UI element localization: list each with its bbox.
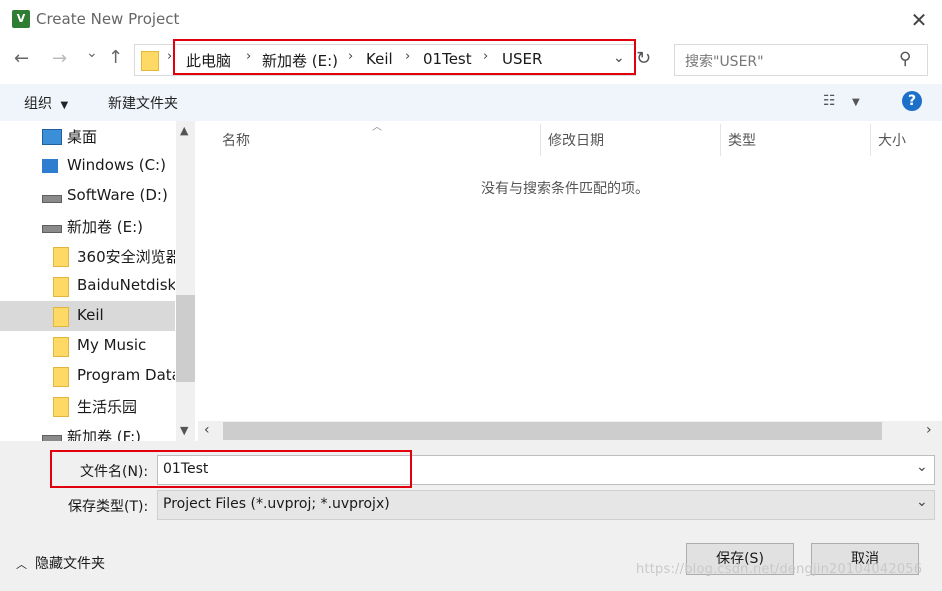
folder-icon xyxy=(53,247,69,267)
filetype-value: Project Files (*.uvproj; *.uvprojx) xyxy=(163,496,390,512)
hide-folders-label: 隐藏文件夹 xyxy=(35,556,105,572)
close-button[interactable]: ✕ xyxy=(906,8,932,32)
column-header-modified[interactable]: 修改日期 xyxy=(548,130,604,150)
tree-item-label: 360安全浏览器 xyxy=(77,248,175,266)
navigation-pane[interactable]: 桌面 Windows (C:) SoftWare (D:) 新加卷 (E:) 3… xyxy=(0,121,195,441)
tree-item-360-browser[interactable]: 360安全浏览器 xyxy=(0,241,175,271)
help-icon[interactable]: ? xyxy=(902,91,922,111)
tree-item-label: 生活乐园 xyxy=(77,398,138,416)
chevron-down-icon[interactable]: ⌄ xyxy=(916,459,928,475)
tree-item-keil[interactable]: Keil xyxy=(0,301,175,331)
folder-icon xyxy=(53,277,69,297)
view-options-icon[interactable]: ☷ ▼ xyxy=(823,93,860,109)
tree-item-label: 新加卷 (F:) xyxy=(67,428,141,441)
tree-item-label: BaiduNetdisk xyxy=(77,276,175,294)
chevron-right-icon: › xyxy=(167,49,173,64)
column-divider xyxy=(720,124,721,156)
tree-item-baidunetdisk[interactable]: BaiduNetdisk xyxy=(0,271,175,301)
tree-item-label: Program Data xyxy=(77,366,175,384)
tree-item-windows-c[interactable]: Windows (C:) xyxy=(0,151,175,181)
desktop-icon xyxy=(42,129,62,145)
filetype-label: 保存类型(T): xyxy=(68,499,149,515)
tree-item-label: Windows (C:) xyxy=(67,156,166,174)
filename-highlight-box xyxy=(50,450,412,488)
tree-item-label: 新加卷 (E:) xyxy=(67,218,144,236)
tree-item-label: 桌面 xyxy=(67,128,98,146)
keil-app-icon: V xyxy=(12,10,30,28)
scroll-left-icon[interactable]: ‹ xyxy=(204,422,210,438)
search-placeholder: 搜索"USER" xyxy=(685,54,764,70)
new-folder-button[interactable]: 新建文件夹 xyxy=(108,93,178,113)
up-arrow-icon[interactable]: ↑ xyxy=(108,47,123,68)
drive-icon xyxy=(42,195,62,203)
address-highlight-box xyxy=(173,39,636,75)
tree-item-drive-e[interactable]: 新加卷 (E:) xyxy=(0,211,175,241)
organize-label: 组织 xyxy=(24,96,52,112)
caret-down-icon: ▼ xyxy=(60,100,69,111)
windows-drive-icon xyxy=(42,159,58,173)
drive-icon xyxy=(42,225,62,233)
column-header-size[interactable]: 大小 xyxy=(878,130,906,150)
tree-item-label: SoftWare (D:) xyxy=(67,186,168,204)
tree-item-life-park[interactable]: 生活乐园 xyxy=(0,391,175,421)
column-divider xyxy=(540,124,541,156)
folder-icon xyxy=(53,367,69,387)
sort-ascending-icon: ︿ xyxy=(372,122,382,133)
scroll-down-icon[interactable]: ▼ xyxy=(180,424,188,437)
organize-menu[interactable]: 组织 ▼ xyxy=(24,93,68,113)
scroll-right-icon[interactable]: › xyxy=(926,422,932,438)
filetype-select[interactable]: Project Files (*.uvproj; *.uvprojx) ⌄ xyxy=(157,490,935,520)
tree-item-my-music[interactable]: My Music xyxy=(0,331,175,361)
folder-icon xyxy=(53,397,69,417)
tree-item-drive-f[interactable]: 新加卷 (F:) xyxy=(0,421,175,441)
history-dropdown-icon[interactable]: ⌄ xyxy=(86,45,98,61)
scroll-up-icon[interactable]: ▲ xyxy=(180,124,188,137)
chevron-down-icon[interactable]: ⌄ xyxy=(916,494,928,510)
folder-icon xyxy=(53,307,69,327)
tree-scrollbar[interactable] xyxy=(176,121,195,441)
tree-scrollbar-thumb[interactable] xyxy=(176,295,195,382)
column-header-name[interactable]: 名称 xyxy=(222,130,250,150)
tree-item-desktop[interactable]: 桌面 xyxy=(0,121,175,151)
tree-item-label: My Music xyxy=(77,336,147,354)
tree-item-program-data[interactable]: Program Data xyxy=(0,361,175,391)
tree-item-label: Keil xyxy=(77,306,104,324)
forward-arrow-icon[interactable]: → xyxy=(52,48,67,69)
column-header-type[interactable]: 类型 xyxy=(728,130,756,150)
window-title: Create New Project xyxy=(36,10,180,28)
search-box[interactable]: 搜索"USER" ⚲ xyxy=(674,44,928,76)
search-icon[interactable]: ⚲ xyxy=(899,49,911,69)
folder-icon xyxy=(141,51,159,71)
chevron-up-icon: ︿ xyxy=(16,558,27,571)
refresh-icon[interactable]: ↻ xyxy=(636,48,651,69)
column-divider xyxy=(870,124,871,156)
empty-list-message: 没有与搜索条件匹配的项。 xyxy=(481,181,649,197)
tree-item-software-d[interactable]: SoftWare (D:) xyxy=(0,181,175,211)
folder-icon xyxy=(53,337,69,357)
watermark-text: https://blog.csdn.net/dengjin20104042056 xyxy=(636,562,923,577)
list-scrollbar-thumb[interactable] xyxy=(223,422,882,440)
back-arrow-icon[interactable]: ← xyxy=(14,48,29,69)
hide-folders-toggle[interactable]: ︿ 隐藏文件夹 xyxy=(16,553,105,573)
